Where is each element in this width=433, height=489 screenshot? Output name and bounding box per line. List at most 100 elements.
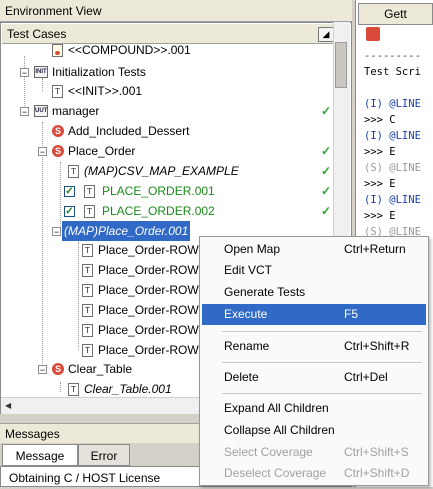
menu-item-deselect-coverage: Deselect Coverage Ctrl+Shift+D — [202, 463, 426, 484]
tree-row-label: Place_Order — [68, 144, 136, 158]
tree-row[interactable]: − S Place_Order ✓ — [0, 141, 332, 161]
collapse-toggle-icon[interactable]: − — [38, 365, 47, 375]
test-case-icon: T — [82, 284, 93, 297]
menu-item-label: Edit VCT — [224, 263, 273, 277]
collapse-toggle-icon[interactable]: − — [20, 68, 29, 78]
tree-row[interactable]: − INIT Initialization Tests — [0, 62, 330, 82]
tree-row-label: Initialization Tests — [52, 65, 146, 79]
tree-row-label: (MAP)CSV_MAP_EXAMPLE — [84, 164, 239, 178]
tree-row-label: Place_Order-ROW — [98, 283, 199, 297]
report-line: (I) @LINE — [364, 130, 421, 142]
report-icon — [366, 27, 380, 41]
subprogram-icon: S — [52, 145, 64, 157]
report-line: --------- — [364, 50, 421, 62]
test-case-icon: T — [82, 244, 93, 257]
pass-check-icon: ✓ — [321, 184, 332, 198]
test-case-icon: T — [84, 185, 95, 198]
collapse-toggle-icon[interactable]: − — [20, 107, 29, 117]
menu-item-edit-vct[interactable]: Edit VCT — [202, 260, 426, 281]
menu-item-shortcut: Ctrl+Shift+D — [344, 466, 410, 480]
menu-item-expand-all-children[interactable]: Expand All Children — [202, 398, 426, 419]
collapse-toggle-icon[interactable]: − — [52, 227, 61, 237]
subprogram-icon: S — [52, 363, 64, 375]
test-case-icon: T — [84, 205, 95, 218]
tree-header-label: Test Cases — [7, 27, 67, 41]
tree-row[interactable]: ✓ T PLACE_ORDER.002 ✓ — [0, 201, 332, 221]
tree-row[interactable]: ✓ T PLACE_ORDER.001 ✓ — [0, 181, 332, 201]
tree-row-label: Place_Order-ROW — [98, 263, 199, 277]
menu-item-delete[interactable]: Delete Ctrl+Del — [202, 367, 426, 388]
report-line: >>> E — [364, 178, 396, 190]
tree-row[interactable]: − UUT manager ✓ — [0, 101, 332, 121]
pass-check-icon: ✓ — [321, 144, 332, 158]
tree-row-label: <<COMPOUND>>.001 — [68, 43, 191, 57]
tree-row-label: <<INIT>>.001 — [68, 84, 143, 98]
tab-message[interactable]: Message — [2, 444, 78, 466]
test-case-icon: T — [52, 85, 63, 98]
menu-item-collapse-all-children[interactable]: Collapse All Children — [202, 420, 426, 441]
report-line: (I) @LINE — [364, 194, 421, 206]
tree-row[interactable]: T (MAP)CSV_MAP_EXAMPLE ✓ — [0, 161, 331, 181]
test-case-doc-icon — [52, 44, 63, 57]
tree-row-label-selected: (MAP)Place_Order.001 — [62, 221, 191, 241]
menu-item-label: Rename — [224, 339, 270, 353]
tree-row-label: PLACE_ORDER.002 — [102, 204, 215, 218]
select-checkbox[interactable]: ✓ — [64, 206, 75, 217]
menu-separator — [222, 331, 422, 332]
tree-row[interactable]: T <<INIT>>.001 — [0, 81, 330, 101]
menu-item-execute[interactable]: Execute F5 — [202, 304, 426, 325]
test-case-icon: T — [68, 383, 79, 396]
menu-item-shortcut: Ctrl+Return — [344, 242, 406, 256]
tree-row[interactable]: <<COMPOUND>>.001 — [0, 40, 330, 60]
tree-row-label: Place_Order-ROW — [98, 323, 199, 337]
report-tab[interactable]: Gett — [358, 3, 433, 25]
test-case-icon: T — [68, 165, 79, 178]
tree-row-label: Clear_Table — [68, 362, 133, 376]
tree-vertical-scroll-thumb[interactable] — [335, 42, 347, 88]
environment-view-title: Environment View — [0, 0, 352, 22]
report-line: >>> C — [364, 114, 396, 126]
pass-check-icon: ✓ — [321, 104, 332, 118]
menu-item-rename[interactable]: Rename Ctrl+Shift+R — [202, 336, 426, 357]
menu-separator — [222, 362, 422, 363]
report-line: Test Scri — [364, 66, 421, 78]
menu-item-shortcut: Ctrl+Del — [344, 370, 388, 384]
init-folder-icon: INIT — [34, 66, 48, 78]
menu-item-label: Execute — [224, 307, 268, 321]
tree-row-label: manager — [52, 104, 100, 118]
menu-item-label: Collapse All Children — [224, 423, 335, 437]
report-line: (I) @LINE — [364, 98, 421, 110]
pass-check-icon: ✓ — [321, 204, 332, 218]
test-case-icon: T — [82, 324, 93, 337]
menu-separator — [222, 393, 422, 394]
select-checkbox[interactable]: ✓ — [64, 186, 75, 197]
tree-row-label: Place_Order-ROW — [98, 343, 199, 357]
unit-icon: UUT — [34, 105, 48, 117]
menu-item-open-map[interactable]: Open Map Ctrl+Return — [202, 239, 426, 260]
tree-row-label: Place_Order-ROW — [98, 243, 199, 257]
menu-item-label: Select Coverage — [224, 445, 313, 459]
menu-item-label: Expand All Children — [224, 401, 329, 415]
menu-item-label: Delete — [224, 370, 259, 384]
menu-item-label: Generate Tests — [224, 285, 306, 299]
tree-row-label: PLACE_ORDER.001 — [102, 184, 215, 198]
report-line: >>> E — [364, 146, 396, 158]
menu-item-shortcut: Ctrl+Shift+R — [344, 339, 410, 353]
menu-item-shortcut: F5 — [344, 307, 359, 321]
menu-item-shortcut: Ctrl+Shift+S — [344, 445, 409, 459]
test-case-icon: T — [82, 304, 93, 317]
test-case-icon: T — [82, 264, 93, 277]
scroll-left-icon[interactable]: ◀ — [5, 401, 11, 410]
menu-item-label: Open Map — [224, 242, 281, 256]
tab-error[interactable]: Error — [78, 444, 130, 466]
report-line: (S) @LINE — [364, 162, 421, 174]
collapse-toggle-icon[interactable]: − — [38, 147, 47, 157]
tree-row-label: Place_Order-ROW — [98, 303, 199, 317]
context-menu: Open Map Ctrl+Return Edit VCT Generate T… — [199, 236, 429, 486]
tree-row[interactable]: S Add_Included_Dessert — [0, 121, 330, 141]
menu-item-select-coverage: Select Coverage Ctrl+Shift+S — [202, 442, 426, 463]
subprogram-icon: S — [52, 125, 64, 137]
menu-item-generate-tests[interactable]: Generate Tests — [202, 282, 426, 303]
report-line: >>> E — [364, 210, 396, 222]
tree-row-label: Add_Included_Dessert — [68, 124, 190, 138]
